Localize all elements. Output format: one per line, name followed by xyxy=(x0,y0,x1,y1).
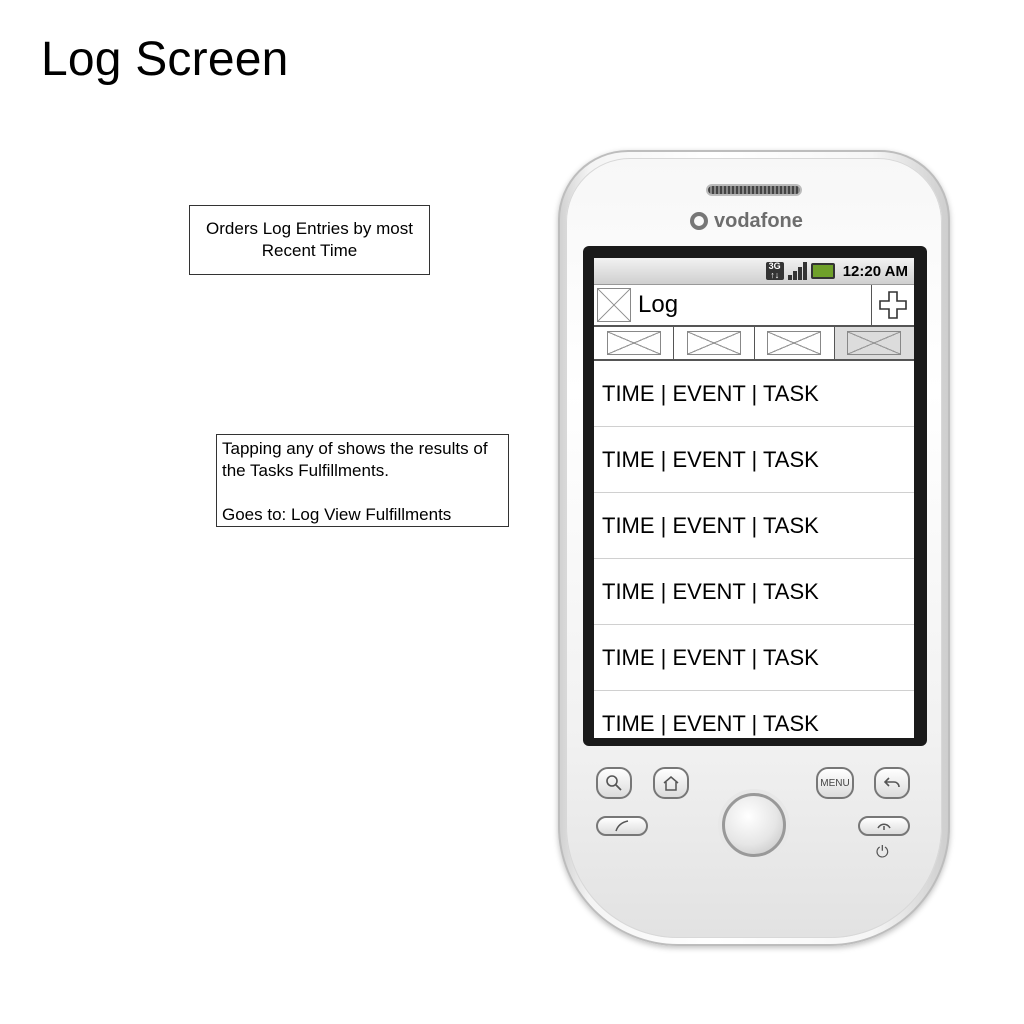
hardware-end-call-button[interactable] xyxy=(858,816,910,836)
vodafone-logo-icon xyxy=(690,212,708,230)
tab-bar xyxy=(594,327,914,361)
status-bar: 3G ↑↓ 12:20 AM xyxy=(594,258,914,285)
brand-logo: vodafone xyxy=(690,210,803,233)
tab-image-placeholder xyxy=(847,331,902,355)
tab-4-selected[interactable] xyxy=(834,327,914,359)
page-title: Log Screen xyxy=(41,33,289,86)
hardware-menu-button[interactable]: MENU xyxy=(816,767,854,799)
tab-1[interactable] xyxy=(594,327,675,359)
add-entry-button[interactable] xyxy=(872,285,914,325)
phone-device: vodafone 3G ↑↓ 12:20 AM Log TIME | EVENT… xyxy=(558,150,950,946)
tab-image-placeholder xyxy=(686,331,741,355)
app-icon-placeholder xyxy=(597,288,631,322)
hardware-search-button[interactable] xyxy=(596,767,632,799)
trackball[interactable] xyxy=(722,793,786,857)
signal-icon xyxy=(787,262,807,280)
app-bar: Log xyxy=(594,285,914,327)
call-icon xyxy=(615,820,629,832)
annotation-text: Orders Log Entries by most Recent Time xyxy=(206,219,413,260)
hardware-home-button[interactable] xyxy=(653,767,689,799)
log-entry-text: TIME | EVENT | TASK xyxy=(602,710,819,736)
back-icon xyxy=(883,777,900,788)
phone-screen: 3G ↑↓ 12:20 AM Log TIME | EVENT | TASK T… xyxy=(594,258,914,738)
log-list: TIME | EVENT | TASK TIME | EVENT | TASK … xyxy=(594,361,914,738)
log-entry-text: TIME | EVENT | TASK xyxy=(602,512,819,538)
log-entry-row[interactable]: TIME | EVENT | TASK xyxy=(594,361,914,427)
hardware-back-button[interactable] xyxy=(874,767,910,799)
menu-label: MENU xyxy=(820,777,850,789)
plus-icon xyxy=(879,291,907,319)
log-entry-text: TIME | EVENT | TASK xyxy=(602,446,819,472)
log-entry-row[interactable]: TIME | EVENT | TASK xyxy=(594,559,914,625)
power-icon: ⏻ xyxy=(876,844,889,861)
tab-3[interactable] xyxy=(755,327,835,359)
tab-image-placeholder xyxy=(606,331,661,355)
annotation-text: Goes to: Log View Fulfillments xyxy=(222,505,452,524)
tab-image-placeholder xyxy=(767,331,822,355)
hardware-call-button[interactable] xyxy=(596,816,648,836)
app-title: Log xyxy=(638,291,679,318)
speaker-grille xyxy=(706,184,802,196)
log-entry-text: TIME | EVENT | TASK xyxy=(602,578,819,604)
log-entry-row[interactable]: TIME | EVENT | TASK xyxy=(594,493,914,559)
3g-icon: 3G ↑↓ xyxy=(765,262,784,280)
end-call-icon xyxy=(877,823,891,830)
app-title-area: Log xyxy=(594,285,872,325)
log-entry-row[interactable]: TIME | EVENT | TASK xyxy=(594,427,914,493)
search-icon xyxy=(606,775,622,791)
log-entry-text: TIME | EVENT | TASK xyxy=(602,380,819,406)
annotation-sort-order: Orders Log Entries by most Recent Time xyxy=(189,205,430,275)
log-entry-row[interactable]: TIME | EVENT | TASK xyxy=(594,691,914,738)
tab-2[interactable] xyxy=(674,327,755,359)
annotation-text: Tapping any of shows the results of the … xyxy=(222,439,488,480)
status-time: 12:20 AM xyxy=(842,262,908,280)
home-icon xyxy=(663,776,679,791)
log-entry-text: TIME | EVENT | TASK xyxy=(602,644,819,670)
log-entry-row[interactable]: TIME | EVENT | TASK xyxy=(594,625,914,691)
annotation-tap-behavior: Tapping any of shows the results of the … xyxy=(216,434,509,527)
battery-icon xyxy=(810,263,835,279)
